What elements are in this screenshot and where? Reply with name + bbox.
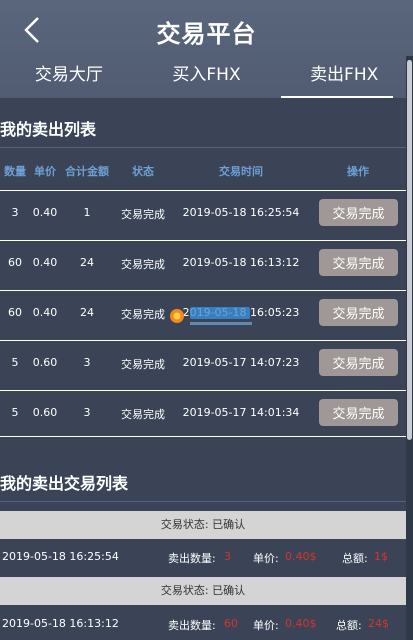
record-total-label: 总额: [342,552,368,565]
row-time: 2019-05-18 16:25:54 [182,206,300,219]
tab-buy-fhx[interactable]: 买入FHX [138,58,276,98]
table-bottom-border [0,436,406,437]
record-price: 0.40$ [285,550,317,563]
record-time: 2019-05-18 16:13:12 [2,617,119,630]
row-status: 交易完成 [121,408,165,421]
table-row: 60 0.40 24 交易完成 2019-05-18 16:13:12 交易完成 [0,240,406,284]
main-content: 我的卖出列表 数量 单价 合计金额 状态 交易时间 操作 3 0.40 1 交易… [0,98,406,640]
record-price: 0.40$ [285,617,317,630]
divider [0,147,406,148]
table-row: 5 0.60 3 交易完成 2019-05-17 14:07:23 交易完成 [0,340,406,384]
row-total: 24 [80,306,94,319]
sell-list-title: 我的卖出列表 [0,120,97,139]
app-header: 交易平台 交易大厅 买入FHX 卖出FHX [0,0,413,98]
page-title: 交易平台 [156,20,257,48]
row-time: 2019-05-17 14:01:34 [182,406,300,419]
record-price-label: 单价: [253,619,279,632]
trade-complete-button[interactable]: 交易完成 [319,399,398,426]
row-qty: 3 [11,206,19,219]
row-time: 2019-05-17 14:07:23 [182,356,300,369]
record-qty: 60 [224,617,238,630]
watermark-logo [170,307,252,325]
record-total: 1$ [374,550,388,563]
row-total: 1 [83,206,91,219]
scrollbar-thumb[interactable] [407,60,412,440]
table-row: 5 0.60 3 交易完成 2019-05-17 14:01:34 交易完成 [0,390,406,434]
table-row: 3 0.40 1 交易完成 2019-05-18 16:25:54 交易完成 [0,190,406,234]
row-price: 0.60 [32,406,58,419]
col-price: 单价 [34,165,56,178]
row-price: 0.40 [32,306,58,319]
sell-table-header: 数量 单价 合计金额 状态 交易时间 操作 [0,159,406,183]
row-qty: 5 [11,406,19,419]
record-total-label: 总额: [336,619,362,632]
divider [0,501,406,502]
record-time: 2019-05-18 16:25:54 [2,550,119,563]
status-badge: 交易状态: 已确认 [0,577,406,605]
row-price: 0.40 [32,206,58,219]
col-status: 状态 [132,165,154,178]
record-total: 24$ [368,617,389,630]
trade-complete-button[interactable]: 交易完成 [319,299,398,326]
col-time: 交易时间 [219,165,263,178]
row-time: 2019-05-18 16:13:12 [182,256,300,269]
row-qty: 60 [8,306,22,319]
record-qty-label: 卖出数量: [168,619,216,632]
trade-complete-button[interactable]: 交易完成 [319,249,398,276]
trade-record: 2019-05-18 16:13:12 卖出数量: 60 单价: 0.40$ 总… [0,612,406,636]
row-status: 交易完成 [121,308,165,321]
row-status: 交易完成 [121,208,165,221]
col-total: 合计金额 [65,165,109,178]
row-status: 交易完成 [121,258,165,271]
row-status: 交易完成 [121,358,165,371]
row-total: 24 [80,256,94,269]
row-price: 0.60 [32,356,58,369]
tab-bar: 交易大厅 买入FHX 卖出FHX [0,58,413,98]
trade-list-title: 我的卖出交易列表 [0,474,129,493]
col-action: 操作 [347,165,369,178]
row-price: 0.40 [32,256,58,269]
tab-trade-hall[interactable]: 交易大厅 [0,58,138,98]
trade-record: 2019-05-18 16:25:54 卖出数量: 3 单价: 0.40$ 总额… [0,545,406,569]
record-qty: 3 [224,550,231,563]
trade-complete-button[interactable]: 交易完成 [319,349,398,376]
col-qty: 数量 [4,165,26,178]
row-total: 3 [83,356,91,369]
row-total: 3 [83,406,91,419]
record-price-label: 单价: [253,552,279,565]
record-qty-label: 卖出数量: [168,552,216,565]
row-qty: 60 [8,256,22,269]
row-qty: 5 [11,356,19,369]
trade-complete-button[interactable]: 交易完成 [319,199,398,226]
status-badge: 交易状态: 已确认 [0,511,406,539]
tab-sell-fhx[interactable]: 卖出FHX [275,58,413,98]
